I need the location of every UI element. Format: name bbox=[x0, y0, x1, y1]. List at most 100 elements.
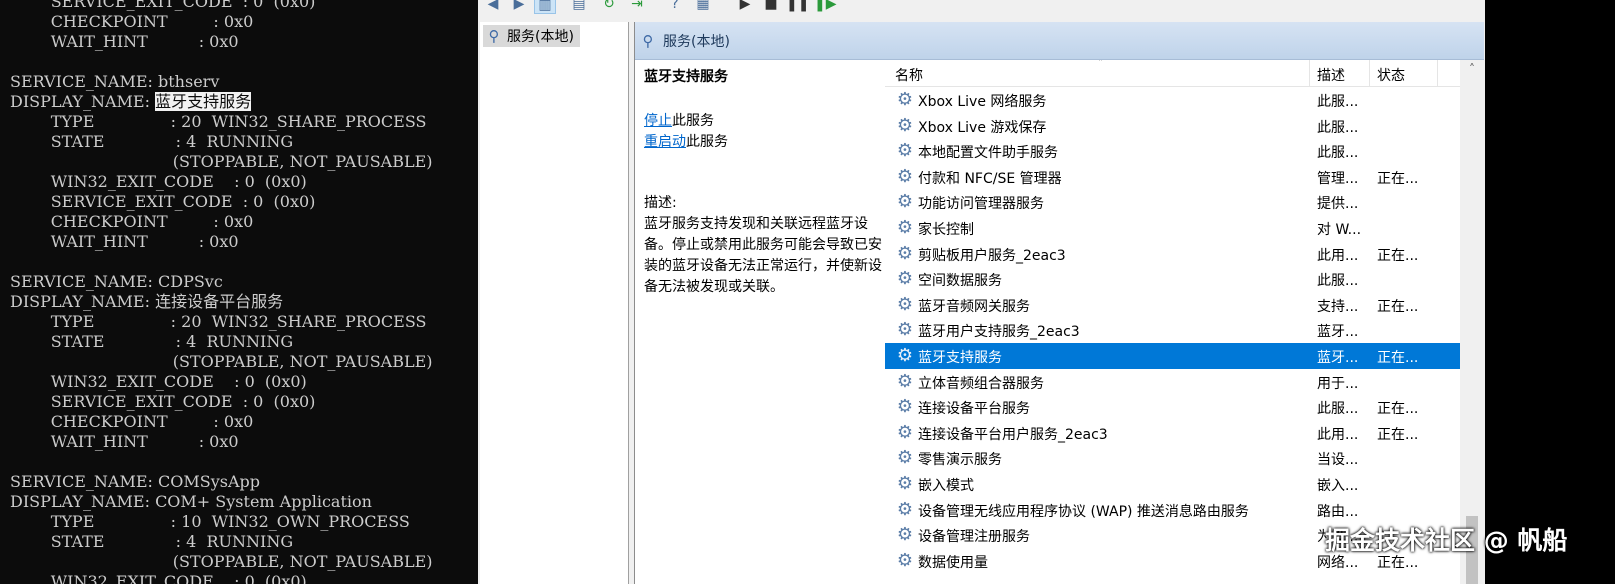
properties-icon[interactable]: ▤ bbox=[568, 0, 590, 14]
service-row[interactable]: ⚙ 家长控制 对 W... bbox=[885, 215, 1460, 241]
service-row[interactable]: ⚙ 连接设备平台用户服务_2eac3 此用... 正在... bbox=[885, 420, 1460, 446]
service-gear-icon: ⚙ bbox=[896, 498, 914, 520]
service-row[interactable]: ⚙ 剪贴板用户服务_2eac3 此用... 正在... bbox=[885, 241, 1460, 267]
tree-item-services-local[interactable]: ⚲ 服务(本地) bbox=[483, 25, 580, 47]
service-gear-icon: ⚙ bbox=[896, 524, 914, 546]
service-row[interactable]: ⚙ Xbox Live 游戏保存 此服... bbox=[885, 113, 1460, 139]
stop-service-link[interactable]: 停止 bbox=[644, 113, 672, 129]
column-divider[interactable] bbox=[1309, 60, 1310, 86]
scroll-up-arrow-icon[interactable]: ˄ bbox=[1460, 62, 1484, 80]
console-line: (STOPPABLE, NOT_PAUSABLE) bbox=[10, 352, 433, 372]
console-line-text: STATE : 4 RUNNING bbox=[10, 332, 294, 351]
service-description: 当设... bbox=[1317, 452, 1359, 469]
console-line: CHECKPOINT : 0x0 bbox=[10, 412, 433, 432]
console-line: SERVICE_NAME: bthserv bbox=[10, 72, 433, 92]
service-gear-icon: ⚙ bbox=[896, 447, 914, 469]
service-row[interactable]: ⚙ 嵌入模式 嵌入... bbox=[885, 471, 1460, 497]
service-gear-icon: ⚙ bbox=[896, 191, 914, 213]
start-service-icon[interactable]: ▶ bbox=[734, 0, 756, 14]
column-header-description[interactable]: 描述 bbox=[1317, 65, 1345, 85]
service-row[interactable]: ⚙ 本地配置文件助手服务 此服... bbox=[885, 138, 1460, 164]
cmd-console: SERVICE_EXIT_CODE : 0 (0x0) CHECKPOINT :… bbox=[0, 0, 478, 584]
console-line-text: STATE : 4 RUNNING bbox=[10, 132, 294, 151]
help-icon[interactable]: ? bbox=[664, 0, 686, 14]
show-hide-tree-icon[interactable]: ▥ bbox=[534, 0, 556, 14]
vertical-scrollbar[interactable]: ˄ bbox=[1460, 60, 1484, 584]
service-name: 蓝牙音频网关服务 bbox=[918, 298, 1030, 315]
column-header-status[interactable]: 状态 bbox=[1377, 65, 1405, 85]
service-row[interactable]: ⚙ 设备管理无线应用程序协议 (WAP) 推送消息路由服务 路由... bbox=[885, 497, 1460, 523]
service-name: 数据使用量 bbox=[918, 554, 988, 571]
export-list-icon[interactable]: ⇥ bbox=[626, 0, 648, 14]
action-pane-icon[interactable]: ▦ bbox=[692, 0, 714, 14]
service-name: 蓝牙支持服务 bbox=[918, 349, 1002, 366]
service-description: 嵌入... bbox=[1317, 477, 1359, 494]
service-description: 此服... bbox=[1317, 119, 1359, 136]
column-divider[interactable] bbox=[1369, 60, 1370, 86]
service-row[interactable]: ⚙ 蓝牙音频网关服务 支持... 正在... bbox=[885, 292, 1460, 318]
service-row[interactable]: ⚙ 功能访问管理器服务 提供... bbox=[885, 189, 1460, 215]
service-status: 正在... bbox=[1377, 170, 1419, 187]
console-output: SERVICE_EXIT_CODE : 0 (0x0) CHECKPOINT :… bbox=[10, 0, 433, 584]
console-line: DISPLAY_NAME: 连接设备平台服务 bbox=[10, 292, 433, 312]
service-name: 连接设备平台服务 bbox=[918, 401, 1030, 418]
stop-service-icon[interactable]: ■ bbox=[760, 0, 782, 14]
service-gear-icon: ⚙ bbox=[896, 216, 914, 238]
service-name: 立体音频组合器服务 bbox=[918, 375, 1044, 392]
service-description: 此服... bbox=[1317, 273, 1359, 290]
console-line: SERVICE_NAME: CDPSvc bbox=[10, 272, 433, 292]
service-description: 管理... bbox=[1317, 170, 1359, 187]
service-gear-icon: ⚙ bbox=[896, 549, 914, 571]
service-name: 蓝牙用户支持服务_2eac3 bbox=[918, 324, 1080, 341]
console-line: CHECKPOINT : 0x0 bbox=[10, 212, 433, 232]
service-row[interactable]: ⚙ 蓝牙用户支持服务_2eac3 蓝牙... bbox=[885, 317, 1460, 343]
restart-service-icon[interactable]: ❚▶ bbox=[814, 0, 837, 14]
console-line: WAIT_HINT : 0x0 bbox=[10, 32, 433, 52]
service-description: 支持... bbox=[1317, 298, 1359, 315]
service-row[interactable]: ⚙ Xbox Live 网络服务 此服... bbox=[885, 87, 1460, 113]
restart-service-link[interactable]: 重启动 bbox=[644, 134, 686, 150]
service-status: 正在... bbox=[1377, 426, 1419, 443]
service-description: 蓝牙... bbox=[1317, 349, 1359, 366]
service-status: 正在... bbox=[1377, 298, 1419, 315]
service-name: 剪贴板用户服务_2eac3 bbox=[918, 247, 1066, 264]
watermark-text: 掘金技术社区 @ 帆船 bbox=[1325, 526, 1568, 555]
extended-description-pane: 蓝牙支持服务 停止此服务 重启动此服务 描述: 蓝牙服务支持发现和关联远程蓝牙设… bbox=[635, 60, 885, 584]
column-divider[interactable] bbox=[1437, 60, 1438, 86]
service-row[interactable]: ⚙ 付款和 NFC/SE 管理器 管理... 正在... bbox=[885, 164, 1460, 190]
service-name: 嵌入模式 bbox=[918, 477, 974, 494]
service-gear-icon: ⚙ bbox=[896, 165, 914, 187]
refresh-icon[interactable]: ↻ bbox=[598, 0, 620, 14]
console-line: (STOPPABLE, NOT_PAUSABLE) bbox=[10, 152, 433, 172]
restart-service-row: 重启动此服务 bbox=[644, 131, 728, 151]
service-gear-icon: ⚙ bbox=[896, 268, 914, 290]
pause-service-icon[interactable]: ❚❚ bbox=[786, 0, 809, 14]
service-name: Xbox Live 网络服务 bbox=[918, 94, 1047, 110]
service-row-selected[interactable]: ⚙ 蓝牙支持服务 蓝牙... 正在... bbox=[885, 342, 1460, 369]
service-description: 此用... bbox=[1317, 247, 1359, 264]
service-description: 此服... bbox=[1317, 401, 1359, 418]
service-name: 家长控制 bbox=[918, 221, 974, 238]
service-row[interactable]: ⚙ 零售演示服务 当设... bbox=[885, 445, 1460, 471]
back-arrow-icon[interactable]: ◀ bbox=[482, 0, 504, 14]
column-header-name[interactable]: 名称 bbox=[895, 65, 923, 85]
console-selection-highlight: 蓝牙支持服务 bbox=[155, 92, 252, 111]
service-description: 路由... bbox=[1317, 503, 1359, 520]
service-row[interactable]: ⚙ 空间数据服务 此服... bbox=[885, 266, 1460, 292]
console-line-text: WAIT_HINT : 0x0 bbox=[10, 432, 239, 451]
service-description: 此服... bbox=[1317, 94, 1359, 110]
service-row[interactable]: ⚙ 连接设备平台服务 此服... 正在... bbox=[885, 394, 1460, 420]
service-description: 蓝牙... bbox=[1317, 324, 1359, 341]
console-line: DISPLAY_NAME: 蓝牙支持服务 bbox=[10, 92, 433, 112]
console-line-text: (STOPPABLE, NOT_PAUSABLE) bbox=[10, 552, 433, 571]
forward-arrow-icon[interactable]: ▶ bbox=[508, 0, 530, 14]
content-header-title: 服务(本地) bbox=[663, 33, 730, 50]
service-name: 连接设备平台用户服务_2eac3 bbox=[918, 426, 1108, 443]
selected-service-title: 蓝牙支持服务 bbox=[644, 69, 728, 85]
services-window: ◀ ▶ ▥ ▤ ↻ ⇥ ? ▦ ▶ ■ ❚❚ ❚▶ ⚲ 服务(本地) ⚲ 服务(… bbox=[478, 0, 1485, 584]
service-row[interactable]: ⚙ 立体音频组合器服务 用于... bbox=[885, 369, 1460, 395]
service-gear-icon: ⚙ bbox=[896, 140, 914, 162]
console-line-text: SERVICE_EXIT_CODE : 0 (0x0) bbox=[10, 392, 316, 411]
